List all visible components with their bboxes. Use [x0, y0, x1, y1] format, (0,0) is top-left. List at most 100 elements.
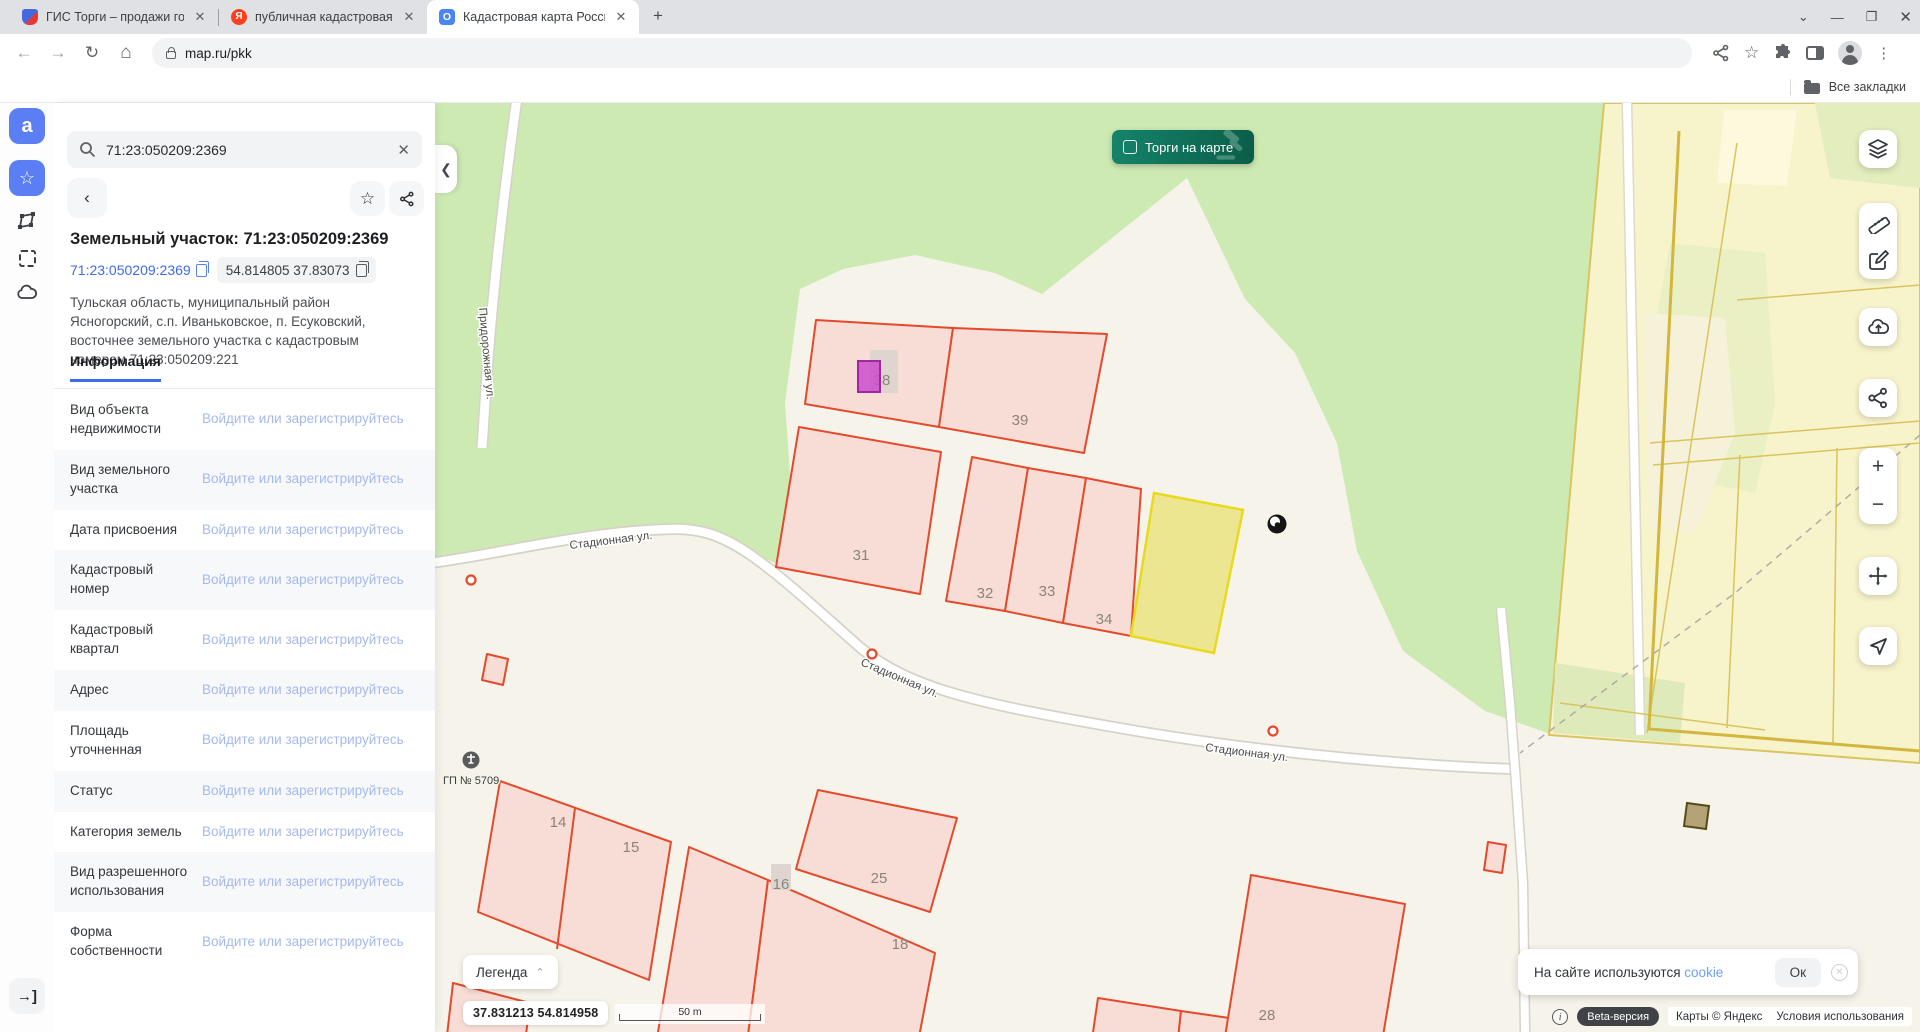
tab-close-icon[interactable]: ✕	[401, 9, 417, 25]
all-bookmarks-button[interactable]: Все закладки	[1829, 80, 1906, 94]
parcel-28[interactable]	[1224, 874, 1406, 1032]
locate-button[interactable]	[1859, 627, 1897, 665]
info-row: Вид земельного участка Войдите или зареги…	[54, 449, 435, 510]
login-link[interactable]: Войдите или зарегистрируйтесь	[202, 933, 419, 952]
layers-button[interactable]	[1859, 130, 1897, 168]
back-button-sidebar[interactable]: ‹	[67, 178, 107, 218]
browser-menu-icon[interactable]: ⋮	[1876, 44, 1891, 62]
map-canvas[interactable]: 38 39 31 32 33 34 14 15 16 25 18 28 Прид…	[435, 103, 1920, 1032]
address-bar[interactable]: map.ru/pkk	[152, 38, 1692, 68]
coordinates-chip[interactable]: 54.814805 37.83073	[216, 257, 376, 283]
info-row: Вид разрешенного использования Войдите ил…	[54, 852, 435, 913]
edit-button[interactable]	[1859, 241, 1897, 279]
login-link[interactable]: Войдите или зарегистрируйтесь	[202, 731, 419, 750]
tab-cadastral-map-active[interactable]: O Кадастровая карта России ✕	[427, 0, 639, 34]
side-panel-icon[interactable]	[1806, 46, 1825, 60]
search-icon	[80, 142, 96, 158]
favorites-button[interactable]: ☆	[9, 160, 45, 196]
gp-substation-marker	[462, 751, 480, 769]
info-icon[interactable]: i	[1552, 1008, 1569, 1025]
pan-button[interactable]	[1859, 557, 1897, 595]
login-link[interactable]: Войдите или зарегистрируйтесь	[202, 782, 419, 801]
point-feature[interactable]	[465, 574, 477, 586]
info-row: Кадастровый номер Войдите или зарегистрир…	[54, 550, 435, 611]
building-olive	[1682, 801, 1711, 831]
dashed-square-icon	[18, 249, 36, 267]
profile-avatar[interactable]	[1838, 41, 1863, 65]
share-icon[interactable]	[1712, 44, 1730, 62]
share-map-button[interactable]	[1859, 379, 1897, 417]
measure-draw-group	[1859, 203, 1897, 279]
url-text: map.ru/pkk	[185, 45, 252, 61]
map-area[interactable]: 38 39 31 32 33 34 14 15 16 25 18 28 Прид…	[435, 103, 1920, 1032]
parcel-number: 14	[550, 814, 567, 831]
clear-search-icon[interactable]: ✕	[397, 141, 410, 159]
tab-public-cadastral[interactable]: Я публичная кадастровая кар ✕	[219, 0, 427, 34]
search-input[interactable]	[106, 141, 388, 158]
search-box[interactable]: ✕	[67, 131, 422, 168]
login-link[interactable]: Войдите или зарегистрируйтесь	[202, 470, 419, 489]
back-button[interactable]: ←	[10, 39, 38, 67]
app-logo[interactable]: a	[9, 108, 45, 144]
tab-information[interactable]: Информация	[70, 353, 161, 382]
extensions-puzzle-icon[interactable]	[1773, 43, 1792, 63]
sidebar-collapse-button[interactable]: ❮	[435, 145, 457, 193]
select-area-button[interactable]	[9, 240, 45, 276]
window-minimize-icon[interactable]: —	[1831, 10, 1844, 25]
checkbox-icon[interactable]	[1123, 140, 1137, 154]
login-link[interactable]: Войдите или зарегистрируйтесь	[202, 410, 419, 429]
zoom-out-button[interactable]: −	[1859, 486, 1897, 524]
maps-copyright: Карты © Яндекс	[1676, 1010, 1763, 1023]
tab-close-icon[interactable]: ✕	[192, 9, 208, 25]
zoom-group: + −	[1859, 448, 1897, 524]
copy-icon[interactable]	[195, 260, 209, 277]
point-feature[interactable]	[866, 648, 878, 660]
window-restore-icon[interactable]: ❐	[1866, 9, 1878, 25]
bookmarks-bar: Все закладки	[0, 72, 1920, 103]
parcel-31[interactable]	[775, 426, 942, 595]
home-button[interactable]: ⌂	[112, 39, 140, 67]
forward-button[interactable]: →	[44, 39, 72, 67]
terms-link[interactable]: Условия использования	[1776, 1011, 1904, 1023]
cadastral-number-link[interactable]: 71:23:050209:2369	[70, 260, 209, 278]
parcel-tiny-west[interactable]	[481, 653, 509, 686]
reload-button[interactable]: ↻	[78, 39, 106, 67]
parcel-number: 15	[623, 839, 640, 856]
tab-close-icon[interactable]: ✕	[613, 9, 629, 25]
tab-gis-torgi[interactable]: ГИС Торги – продажи госуд ✕	[10, 0, 218, 34]
point-feature[interactable]	[1267, 725, 1279, 737]
share-parcel-button[interactable]	[389, 181, 424, 216]
map-attribution: i Beta-версия Карты © Яндекс Условия исп…	[1552, 1007, 1912, 1026]
login-link[interactable]: Войдите или зарегистрируйтесь	[202, 521, 419, 540]
favorite-parcel-button[interactable]: ☆	[350, 181, 385, 216]
bookmark-star-icon[interactable]: ☆	[1744, 43, 1759, 63]
cookie-banner: На сайте используются cookie Ок ✕	[1518, 949, 1858, 995]
copy-icon[interactable]	[355, 260, 369, 277]
parcel-tiny-east[interactable]	[1483, 841, 1507, 874]
login-exit-button[interactable]: →]	[9, 978, 45, 1014]
zoom-in-button[interactable]: +	[1859, 448, 1897, 486]
cookie-close-icon[interactable]: ✕	[1831, 963, 1848, 981]
window-menu-icon[interactable]: ⌄	[1798, 9, 1809, 25]
login-link[interactable]: Войдите или зарегистрируйтесь	[202, 571, 419, 590]
legend-button[interactable]: Легенда ⌃	[463, 955, 558, 989]
login-link[interactable]: Войдите или зарегистрируйтесь	[202, 631, 419, 650]
login-link[interactable]: Войдите или зарегистрируйтесь	[202, 823, 419, 842]
cloud-button[interactable]	[9, 275, 45, 311]
building-purple[interactable]	[857, 360, 881, 393]
gavel-icon	[1216, 130, 1243, 160]
torgi-map-button[interactable]: Торги на карте	[1112, 130, 1254, 164]
upload-button[interactable]	[1859, 308, 1897, 346]
edit-icon	[1869, 250, 1889, 270]
beta-badge: Beta-версия	[1577, 1007, 1660, 1026]
window-close-icon[interactable]: ✕	[1899, 8, 1912, 26]
login-link[interactable]: Войдите или зарегистрируйтесь	[202, 873, 419, 892]
divider	[1789, 79, 1791, 95]
ruler-button[interactable]	[1859, 203, 1897, 241]
cookie-ok-button[interactable]: Ок	[1774, 957, 1821, 987]
login-link[interactable]: Войдите или зарегистрируйтесь	[202, 681, 419, 700]
new-tab-button[interactable]: +	[645, 4, 671, 30]
polygon-tool-button[interactable]	[9, 203, 45, 239]
polygon-icon	[18, 212, 35, 229]
cookie-link[interactable]: cookie	[1684, 965, 1723, 980]
